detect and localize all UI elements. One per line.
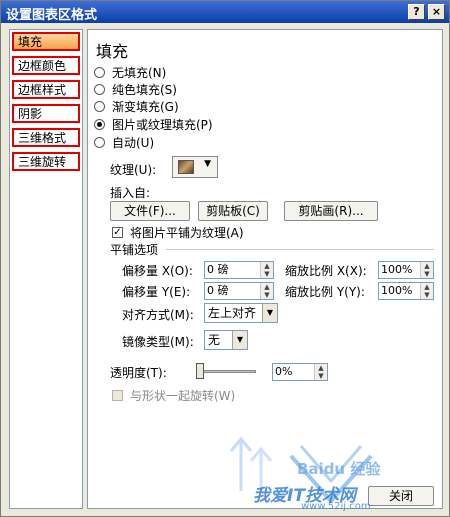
nav-item-border-style[interactable]: 边框样式 bbox=[12, 80, 80, 99]
category-list: 填充 边框颜色 边框样式 阴影 三维格式 三维旋转 bbox=[9, 29, 83, 509]
panel-title: 填充 bbox=[96, 42, 129, 61]
tile-options-heading: 平铺选项 bbox=[110, 243, 159, 257]
title-bar: 设置图表区格式 ? × bbox=[1, 1, 449, 23]
chevron-down-icon: ▼ bbox=[204, 159, 211, 169]
offset-y-label: 偏移量 Y(E): bbox=[122, 285, 191, 299]
mirror-label: 镜像类型(M): bbox=[122, 335, 194, 349]
tile-checkbox[interactable]: ✓ bbox=[112, 227, 123, 238]
offset-x-label: 偏移量 X(O): bbox=[122, 264, 193, 278]
watermark-brand: Baidu 经验 bbox=[297, 460, 381, 478]
spinner-arrows-icon[interactable]: ▲ ▼ bbox=[420, 283, 433, 299]
radio-no-fill-label: 无填充(N) bbox=[112, 66, 167, 80]
insert-from-label: 插入自: bbox=[110, 186, 151, 200]
offset-y-input[interactable]: 0 磅 ▲ ▼ bbox=[204, 282, 274, 300]
tile-options-divider bbox=[166, 249, 434, 250]
radio-picture-fill[interactable] bbox=[94, 119, 105, 130]
texture-label: 纹理(U): bbox=[110, 163, 157, 177]
transparency-label: 透明度(T): bbox=[110, 366, 167, 380]
radio-solid-fill[interactable] bbox=[94, 84, 105, 95]
scale-x-input[interactable]: 100% ▲ ▼ bbox=[378, 261, 434, 279]
transparency-input[interactable]: 0% ▲ ▼ bbox=[272, 363, 328, 381]
chevron-down-icon: ▼ bbox=[232, 331, 247, 349]
texture-picker[interactable]: ▼ bbox=[172, 156, 218, 178]
tile-checkbox-label: 将图片平铺为纹理(A) bbox=[130, 226, 244, 240]
spinner-arrows-icon[interactable]: ▲ ▼ bbox=[260, 262, 273, 278]
fill-panel: 填充 无填充(N) 纯色填充(S) 渐变填充(G) 图片或纹理填充(P) 自动(… bbox=[87, 29, 443, 509]
radio-gradient-fill-label: 渐变填充(G) bbox=[112, 100, 179, 114]
transparency-slider-track[interactable] bbox=[196, 370, 256, 373]
radio-auto-fill-label: 自动(U) bbox=[112, 136, 155, 150]
clipboard-button[interactable]: 剪贴板(C) bbox=[198, 201, 268, 221]
spinner-arrows-icon[interactable]: ▲ ▼ bbox=[420, 262, 433, 278]
rotate-with-shape-checkbox[interactable] bbox=[112, 390, 123, 401]
format-chart-area-dialog: 设置图表区格式 ? × 填充 边框颜色 边框样式 阴影 三维格式 三维旋转 填充… bbox=[0, 0, 450, 517]
spinner-arrows-icon[interactable]: ▲ ▼ bbox=[314, 364, 327, 380]
rotate-with-shape-label: 与形状一起旋转(W) bbox=[130, 389, 236, 403]
radio-gradient-fill[interactable] bbox=[94, 101, 105, 112]
chevron-down-icon: ▼ bbox=[262, 304, 277, 322]
scale-y-input[interactable]: 100% ▲ ▼ bbox=[378, 282, 434, 300]
transparency-slider-thumb[interactable] bbox=[196, 363, 204, 379]
scale-x-label: 缩放比例 X(X): bbox=[285, 264, 367, 278]
nav-item-3d-format[interactable]: 三维格式 bbox=[12, 128, 80, 147]
close-button[interactable]: 关闭 bbox=[368, 486, 434, 506]
nav-item-3d-rotation[interactable]: 三维旋转 bbox=[12, 152, 80, 171]
help-button[interactable]: ? bbox=[408, 4, 425, 20]
mirror-select[interactable]: 无 ▼ bbox=[204, 330, 248, 350]
clipart-button[interactable]: 剪贴画(R)... bbox=[284, 201, 378, 221]
nav-item-fill[interactable]: 填充 bbox=[12, 32, 80, 51]
nav-item-shadow[interactable]: 阴影 bbox=[12, 104, 80, 123]
align-label: 对齐方式(M): bbox=[122, 308, 194, 322]
radio-no-fill[interactable] bbox=[94, 67, 105, 78]
spinner-arrows-icon[interactable]: ▲ ▼ bbox=[260, 283, 273, 299]
nav-item-border-color[interactable]: 边框颜色 bbox=[12, 56, 80, 75]
radio-auto-fill[interactable] bbox=[94, 137, 105, 148]
dialog-title: 设置图表区格式 bbox=[6, 8, 98, 23]
texture-swatch bbox=[178, 160, 194, 174]
watermark-url: www.52ij.com bbox=[301, 501, 371, 512]
scale-y-label: 缩放比例 Y(Y): bbox=[285, 285, 365, 299]
close-icon[interactable]: × bbox=[428, 4, 445, 20]
file-button[interactable]: 文件(F)... bbox=[110, 201, 190, 221]
align-select[interactable]: 左上对齐 ▼ bbox=[204, 303, 278, 323]
radio-solid-fill-label: 纯色填充(S) bbox=[112, 83, 177, 97]
offset-x-input[interactable]: 0 磅 ▲ ▼ bbox=[204, 261, 274, 279]
radio-picture-fill-label: 图片或纹理填充(P) bbox=[112, 118, 213, 132]
